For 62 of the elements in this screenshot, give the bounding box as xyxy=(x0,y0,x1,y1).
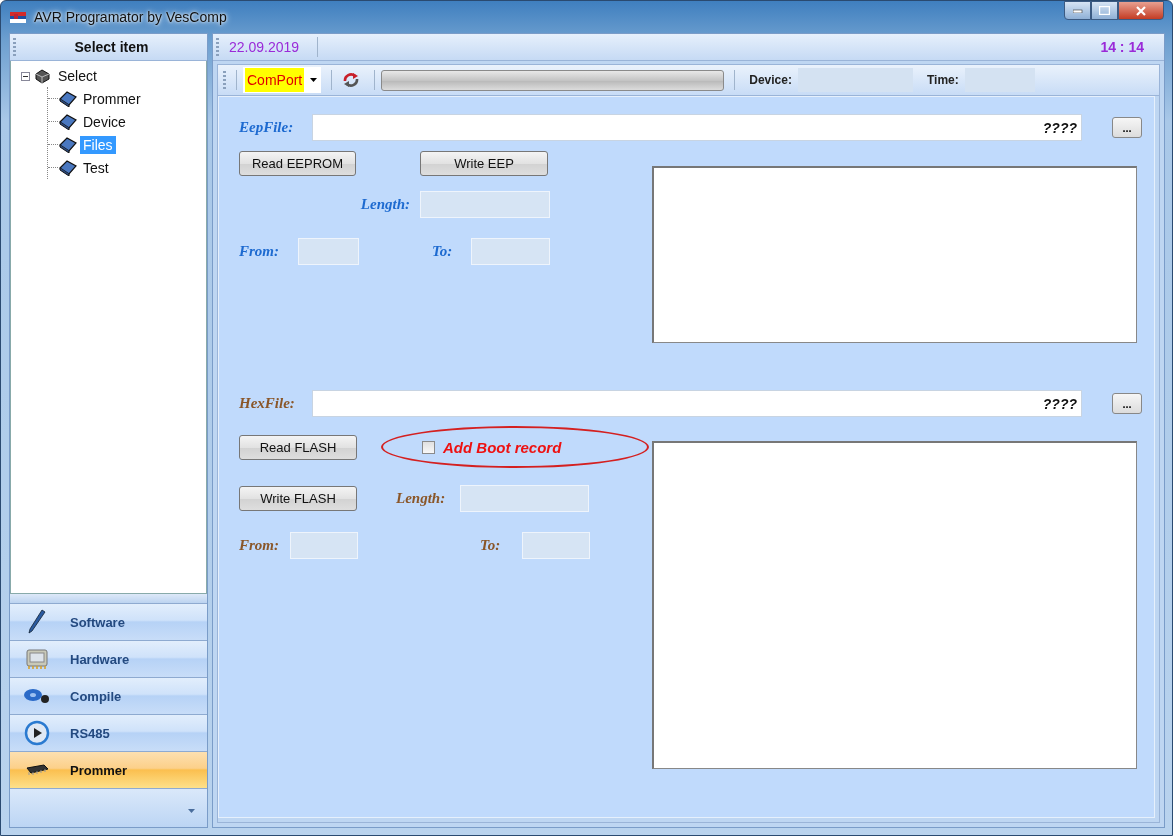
checkbox-label: Add Boot record xyxy=(443,438,562,456)
maximize-button[interactable] xyxy=(1091,1,1118,20)
from-field[interactable] xyxy=(290,532,358,559)
refresh-icon[interactable] xyxy=(342,72,361,88)
time-text: 14 : 14 xyxy=(1100,39,1144,55)
to-field[interactable] xyxy=(522,532,590,559)
time-label: Time: xyxy=(926,73,959,87)
maximize-icon xyxy=(1099,6,1110,15)
close-icon xyxy=(1135,5,1147,16)
book-icon xyxy=(58,90,78,107)
nav-item[interactable]: RS485 xyxy=(10,715,207,752)
length-label: Length: xyxy=(359,196,410,213)
to-label: To: xyxy=(480,537,502,554)
grip-icon xyxy=(13,38,16,56)
checkbox[interactable] xyxy=(422,440,435,454)
book-icon xyxy=(58,159,78,176)
nav-item[interactable]: Software xyxy=(10,604,207,641)
play-icon xyxy=(22,720,52,746)
action-button[interactable]: Read FLASH xyxy=(239,434,357,460)
book-icon xyxy=(58,136,78,153)
grip-icon xyxy=(216,38,219,56)
collapse-toggle-icon[interactable] xyxy=(21,71,30,81)
splitter-grip[interactable] xyxy=(10,594,207,604)
tree-item[interactable]: Device xyxy=(80,112,129,131)
minimize-button[interactable] xyxy=(1064,1,1091,20)
date-text: 22.09.2019 xyxy=(229,39,300,55)
from-label: From: xyxy=(239,537,280,554)
nav-item[interactable]: Hardware xyxy=(10,641,207,678)
window-title: AVR Programator by VesComp xyxy=(34,9,227,25)
minimize-icon xyxy=(1072,8,1083,13)
close-button[interactable] xyxy=(1118,1,1164,20)
file-path-field[interactable]: ???? xyxy=(312,114,1082,141)
nav-item[interactable]: Prommer xyxy=(10,752,207,789)
flag-icon xyxy=(10,11,26,23)
to-field[interactable] xyxy=(471,238,550,265)
panel-title: Select item xyxy=(73,39,150,55)
file-label: EepFile: xyxy=(239,119,295,136)
file-label: HexFile: xyxy=(239,395,296,412)
action-button[interactable]: Read EEPROM xyxy=(239,151,356,176)
browse-button[interactable]: ... xyxy=(1112,393,1142,414)
time-field xyxy=(964,68,1035,92)
tree-item[interactable]: Prommer xyxy=(80,89,144,108)
length-label: Length: xyxy=(396,490,447,507)
from-label: From: xyxy=(239,243,280,260)
action-button[interactable]: Write FLASH xyxy=(239,486,357,511)
book-icon xyxy=(58,113,78,130)
grip-icon xyxy=(223,71,226,89)
tree-item[interactable]: Select xyxy=(55,67,100,85)
browse-button[interactable]: ... xyxy=(1112,117,1142,138)
caret-icon xyxy=(310,78,318,82)
device-label: Device: xyxy=(749,73,792,87)
action-button[interactable]: Write EEP xyxy=(420,151,548,176)
from-field[interactable] xyxy=(298,238,359,265)
tree-item[interactable]: Test xyxy=(80,158,112,177)
length-field[interactable] xyxy=(460,485,589,512)
port-dropdown[interactable]: ComPort xyxy=(243,67,322,93)
disc-icon xyxy=(22,687,52,705)
file-path-field[interactable]: ???? xyxy=(312,390,1082,417)
to-label: To: xyxy=(432,243,454,260)
chevron-down-icon[interactable] xyxy=(188,809,195,813)
nav-item[interactable]: Compile xyxy=(10,678,207,715)
length-field[interactable] xyxy=(420,191,550,218)
